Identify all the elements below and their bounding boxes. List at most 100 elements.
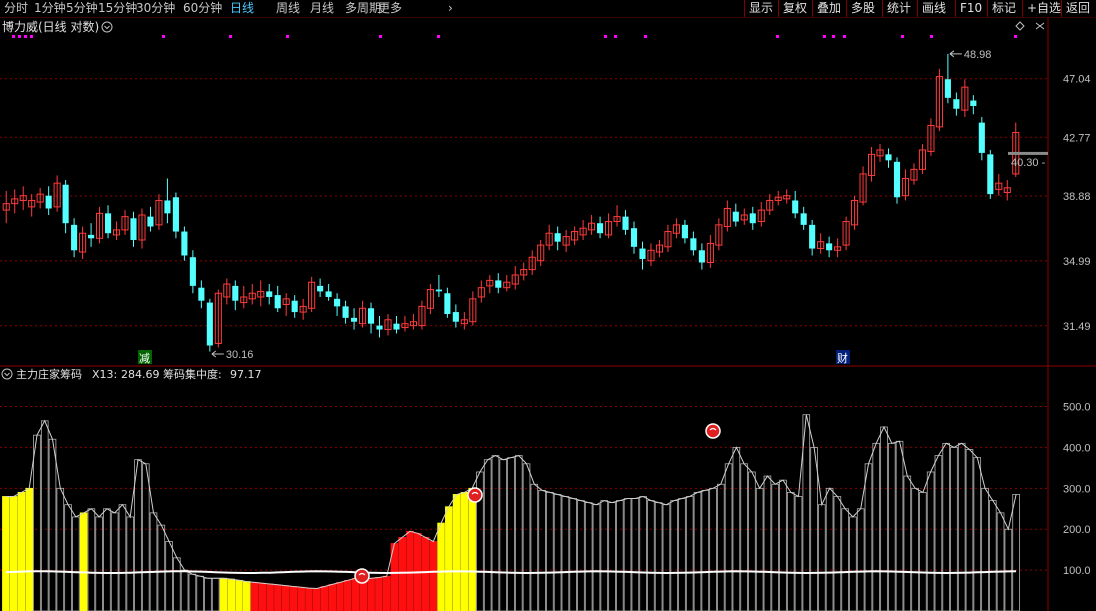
indicator-bar [755,487,764,611]
max-price-label: 48.98 [964,49,992,61]
period-toolbar: 分时 1分钟 5分钟 15分钟 30分钟 60分钟 日线 周线 月线 多周期 更多 › 显示 复权 叠加 多股… [0,0,1096,18]
indicator-bar [382,575,391,611]
diamond-icon[interactable] [1015,21,1025,31]
candle-body-down [62,184,69,224]
indicator-bar [188,573,197,611]
signal-dot [930,35,933,38]
indicator-bar [522,463,531,611]
indicator-bar [592,504,601,611]
indicator-bar [398,536,406,611]
indicator-bar [483,459,492,611]
period-tab-1[interactable]: 1分钟 [34,0,66,17]
candle-body-down [690,238,697,251]
concentration-line [5,570,1017,575]
title-dropdown-icon[interactable] [101,21,113,33]
indicator-bar [250,581,259,611]
indicator-bar [297,586,305,611]
signal-ball-icon [354,568,370,584]
indicator-bar [934,455,943,611]
indicator-bar [623,498,632,611]
period-tab-9[interactable]: 多周期 [345,0,381,17]
indicator-bar [584,502,593,611]
current-price-label: 40.30 - [1011,157,1046,169]
indicator-dropdown-icon[interactable] [1,368,13,380]
indicator-bar [180,569,189,611]
main-y-tick-label: 38.88 [1063,191,1091,203]
period-tab-6[interactable]: 日线 [230,0,254,17]
toolbar-button-4[interactable]: 统计 [882,0,915,17]
candle-body-down [317,285,324,292]
min-price-label: 30.16 [226,349,254,361]
indicator-bar [631,498,640,611]
indicator-bar [569,498,577,611]
toolbar-button-8[interactable]: +自选 [1022,0,1065,17]
period-tab-4[interactable]: 30分钟 [136,0,175,17]
indicator-bar [818,504,826,611]
chevron-down-icon [104,25,110,30]
indicator-bar [33,434,41,611]
close-icon[interactable] [1035,22,1045,30]
indicator-bar [375,577,383,611]
indicator-name: 主力庄家筹码 [16,367,82,381]
indicator-bar [561,496,570,611]
period-tab-7[interactable]: 周线 [276,0,300,17]
indicator-bar [258,582,267,611]
indicator-bar [235,579,243,611]
toolbar-button-2[interactable]: 叠加 [812,0,845,17]
marker-cai[interactable]: 财 [837,351,848,365]
indicator-bar [289,586,298,611]
candle-body-down [393,323,400,330]
candle-body-down [367,308,375,324]
period-tab-8[interactable]: 月线 [310,0,334,17]
chevron-down-icon [4,372,10,377]
signal-ball-icon [467,487,483,503]
period-tab-0[interactable]: 分时 [4,0,28,17]
indicator-bar [445,506,453,611]
toolbar-button-6[interactable]: F10 [955,0,986,17]
indicator-bar [157,524,166,611]
period-tab-3[interactable]: 15分钟 [98,0,137,17]
candle-body-down [291,300,298,313]
indicator-bar [763,475,772,611]
candle-body-down [681,224,688,239]
period-tab-10[interactable]: 更多 [378,0,402,17]
indicator-bar [1012,494,1020,611]
toolbar-button-1[interactable]: 复权 [778,0,811,17]
toolbar-button-0[interactable]: 显示 [744,0,777,17]
indicator-bar [616,500,624,611]
period-tab-2[interactable]: 5分钟 [66,0,98,17]
indicator-bar [996,512,1005,611]
candle-body-down [444,293,451,314]
indicator-bar [662,504,671,611]
period-tab-5[interactable]: 60分钟 [183,0,222,17]
candle-body-down [232,285,239,301]
toolbar-button-5[interactable]: 画线 [917,0,950,17]
candle-body-down [104,213,112,234]
indicator-bar [103,508,111,611]
toolbar-button-3[interactable]: 多股 [846,0,879,17]
more-chevron-icon[interactable]: › [448,0,453,17]
indicator-bar [118,504,127,611]
indicator-bar [507,457,515,611]
indicator-bar [141,463,150,611]
indicator-bar [336,581,344,611]
toolbar-button-7[interactable]: 标记 [987,0,1020,17]
indicator-bar [406,530,414,611]
candle-body-down [266,291,273,297]
candle-body-down [172,197,179,232]
toolbar-button-9[interactable]: 返回 [1061,0,1094,17]
indicator-bar [429,541,438,611]
marker-jian[interactable]: 减 [139,352,150,365]
indicator-bar [825,487,834,611]
candle-body-down [749,213,756,224]
indicator-bar [320,586,329,611]
indicator-bar [367,577,375,611]
candle-body-down [147,216,154,227]
indicator-bar [717,483,725,611]
candle-body-down [630,228,638,247]
indicator-bar [926,471,935,611]
indicator-bar [149,512,158,611]
indicator-bar [538,489,546,611]
candle-body-down [45,195,52,209]
candle-body-down [554,233,561,242]
